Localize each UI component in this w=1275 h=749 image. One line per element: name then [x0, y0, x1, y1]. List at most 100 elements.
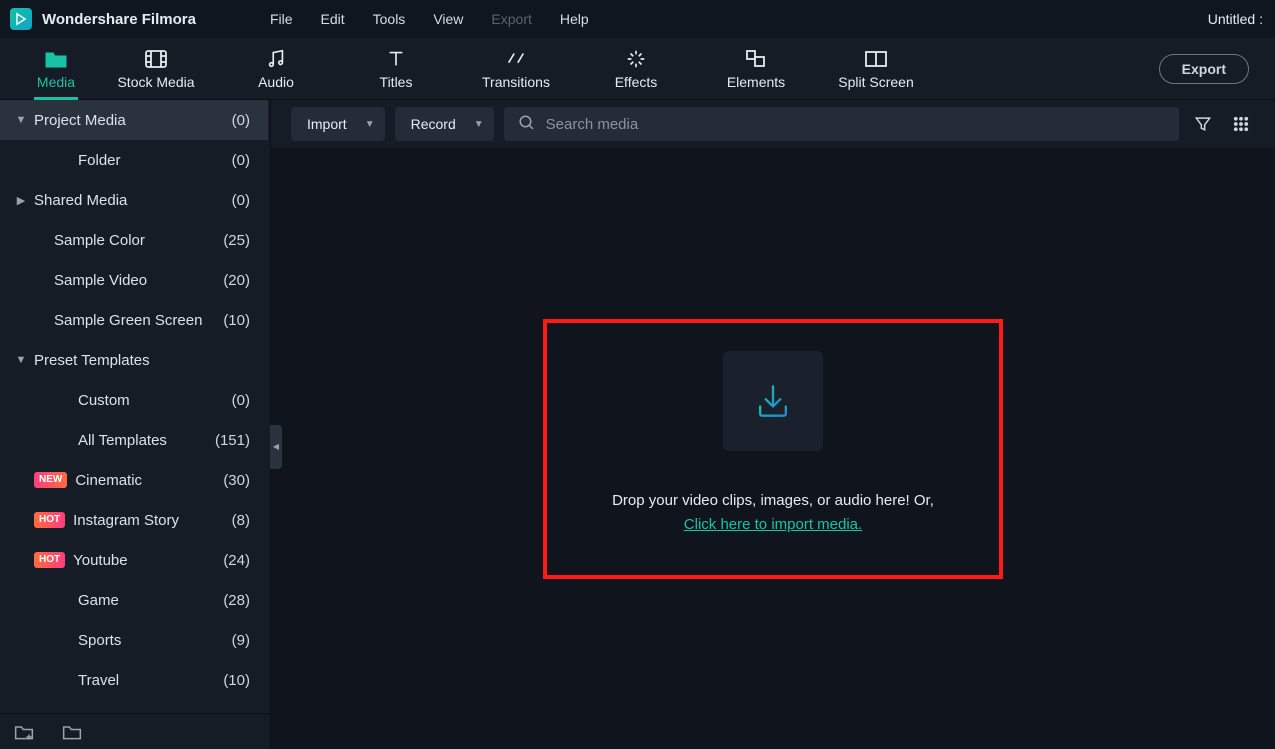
import-icon[interactable] [723, 351, 823, 451]
tree-sample-green[interactable]: Sample Green Screen (10) [0, 300, 268, 340]
tree-count: (0) [232, 152, 250, 169]
tree-label: Game [78, 592, 119, 609]
tree-count: (20) [223, 272, 250, 289]
app-title: Wondershare Filmora [42, 11, 196, 28]
tab-split-screen[interactable]: Split Screen [816, 38, 936, 99]
menu-export: Export [477, 11, 545, 27]
collapse-sidebar-handle[interactable] [270, 425, 282, 469]
tree-sports[interactable]: Sports (9) [0, 620, 268, 660]
tab-split-label: Split Screen [838, 74, 913, 90]
menu-tools[interactable]: Tools [359, 11, 420, 27]
tree-label: Sports [78, 632, 121, 649]
tree-project-media[interactable]: ▼ Project Media (0) [0, 100, 268, 140]
split-icon [864, 48, 888, 70]
menu-file[interactable]: File [256, 11, 307, 27]
content-toolbar: Import ▼ Record ▼ [271, 100, 1275, 148]
chevron-down-icon: ▼ [474, 119, 484, 130]
project-title: Untitled : [1208, 11, 1265, 27]
tab-titles[interactable]: Titles [336, 38, 456, 99]
menu-view[interactable]: View [419, 11, 477, 27]
tab-audio[interactable]: Audio [216, 38, 336, 99]
sparkle-icon [625, 48, 647, 70]
tab-elements[interactable]: Elements [696, 38, 816, 99]
tree-sample-color[interactable]: Sample Color (25) [0, 220, 268, 260]
workspace: ▼ Project Media (0) Folder (0) ▶ Shared … [0, 100, 1275, 749]
tree-label: Shared Media [34, 192, 127, 209]
tree-folder[interactable]: Folder (0) [0, 140, 268, 180]
tree-label: Folder [78, 152, 121, 169]
record-dropdown[interactable]: Record ▼ [395, 107, 494, 141]
chevron-down-icon: ▼ [365, 119, 375, 130]
media-content: Import ▼ Record ▼ [270, 100, 1275, 749]
tab-media[interactable]: Media [16, 38, 96, 99]
hot-badge: HOT [34, 512, 65, 528]
tree-custom[interactable]: Custom (0) [0, 380, 268, 420]
grid-view-icon[interactable] [1227, 115, 1255, 133]
tree-count: (0) [232, 112, 250, 129]
chevron-right-icon: ▶ [12, 194, 30, 207]
menu-help[interactable]: Help [546, 11, 603, 27]
hot-badge: HOT [34, 552, 65, 568]
tree-count: (10) [223, 312, 250, 329]
drop-highlight-box: Drop your video clips, images, or audio … [543, 319, 1003, 579]
tree-label: Youtube [73, 552, 128, 569]
tree-shared-media[interactable]: ▶ Shared Media (0) [0, 180, 268, 220]
title-bar: Wondershare Filmora File Edit Tools View… [0, 0, 1275, 38]
tree-label: Sample Video [54, 272, 147, 289]
tree-label: Cinematic [75, 472, 142, 489]
tree-label: Travel [78, 672, 119, 689]
new-folder-icon[interactable] [14, 723, 34, 741]
app-logo-icon [10, 8, 32, 30]
import-media-link[interactable]: Click here to import media. [684, 516, 862, 533]
drop-text: Drop your video clips, images, or audio … [612, 489, 934, 537]
import-label: Import [307, 116, 347, 132]
tree-count: (0) [232, 392, 250, 409]
search-field[interactable] [504, 107, 1179, 141]
tree-count: (28) [223, 592, 250, 609]
tree-count: (30) [223, 472, 250, 489]
tree-youtube[interactable]: HOT Youtube (24) [0, 540, 268, 580]
export-button[interactable]: Export [1159, 54, 1249, 84]
tree-label: Sample Color [54, 232, 145, 249]
tree-cinematic[interactable]: NEW Cinematic (30) [0, 460, 268, 500]
tree-sample-video[interactable]: Sample Video (20) [0, 260, 268, 300]
menu-edit[interactable]: Edit [307, 11, 359, 27]
tree-count: (25) [223, 232, 250, 249]
tree-label: Project Media [34, 112, 126, 129]
tree-count: (24) [223, 552, 250, 569]
tab-transitions-label: Transitions [482, 74, 550, 90]
search-input[interactable] [546, 116, 1165, 133]
tool-tabs: Media Stock Media Audio Titles Transitio… [0, 38, 1275, 100]
import-dropdown[interactable]: Import ▼ [291, 107, 385, 141]
music-icon [265, 48, 287, 70]
drop-line1: Drop your video clips, images, or audio … [612, 492, 934, 509]
tab-stock-label: Stock Media [117, 74, 194, 90]
tree-all-templates[interactable]: All Templates (151) [0, 420, 268, 460]
tree-travel[interactable]: Travel (10) [0, 660, 268, 700]
tab-effects[interactable]: Effects [576, 38, 696, 99]
filter-icon[interactable] [1189, 114, 1217, 134]
transitions-icon [505, 48, 527, 70]
tree-instagram[interactable]: HOT Instagram Story (8) [0, 500, 268, 540]
chevron-down-icon: ▼ [12, 114, 30, 126]
tree-label: Custom [78, 392, 130, 409]
tree-game[interactable]: Game (28) [0, 580, 268, 620]
tab-titles-label: Titles [380, 74, 413, 90]
film-icon [144, 48, 168, 70]
tab-effects-label: Effects [615, 74, 658, 90]
tree-label: Instagram Story [73, 512, 179, 529]
tree-label: All Templates [78, 432, 167, 449]
tab-transitions[interactable]: Transitions [456, 38, 576, 99]
tab-stock-media[interactable]: Stock Media [96, 38, 216, 99]
tree-count: (0) [232, 192, 250, 209]
shapes-icon [744, 48, 768, 70]
folder-open-icon[interactable] [62, 723, 82, 741]
tree-label: Sample Green Screen [54, 312, 202, 329]
tree-count: (10) [223, 672, 250, 689]
media-drop-zone[interactable]: Drop your video clips, images, or audio … [271, 148, 1275, 749]
new-badge: NEW [34, 472, 67, 488]
chevron-down-icon: ▼ [12, 354, 30, 366]
tree-preset-templates[interactable]: ▼ Preset Templates [0, 340, 268, 380]
sidebar-tree[interactable]: ▼ Project Media (0) Folder (0) ▶ Shared … [0, 100, 270, 713]
media-sidebar: ▼ Project Media (0) Folder (0) ▶ Shared … [0, 100, 270, 749]
